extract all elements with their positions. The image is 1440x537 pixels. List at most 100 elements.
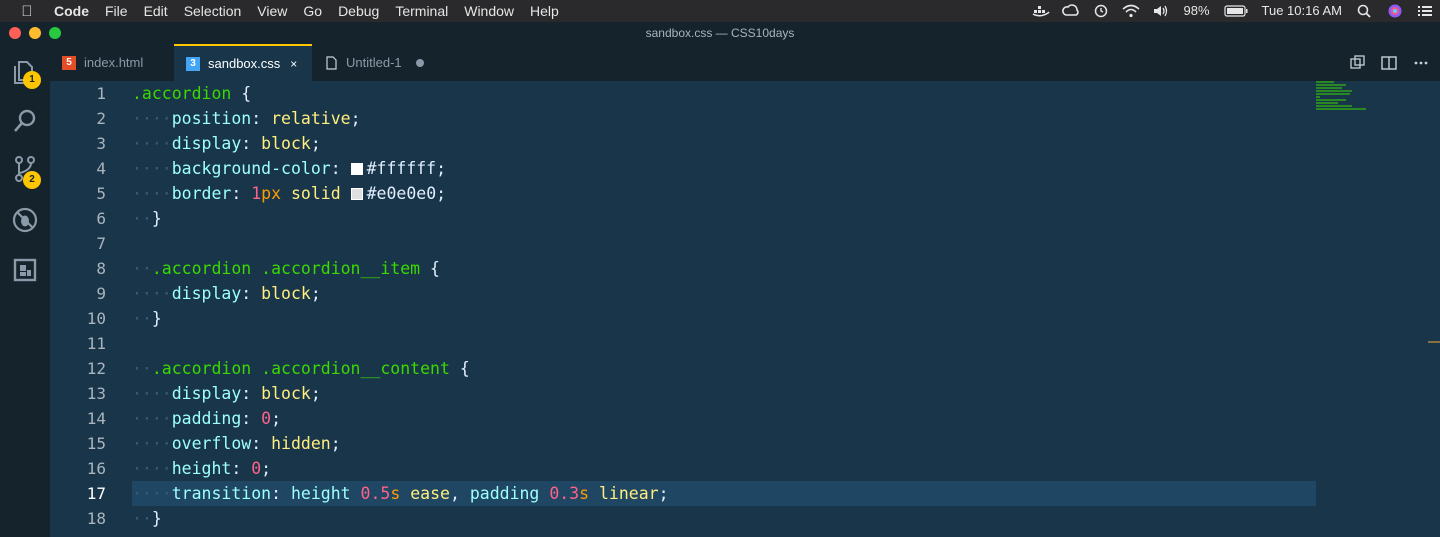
brace: { (459, 359, 470, 378)
code-line[interactable]: ··.accordion .accordion__item { (132, 256, 1316, 281)
tab-untitled-1[interactable]: Untitled-1 (312, 44, 436, 81)
css-property: transition (171, 484, 272, 503)
more-actions-icon[interactable] (1412, 54, 1430, 72)
css-color-value: #e0e0e0 (366, 184, 437, 203)
css-selector: .accordion__item (261, 259, 421, 278)
css-value: block (261, 134, 311, 153)
line-number: 4 (96, 159, 106, 178)
time-machine-icon[interactable] (1092, 4, 1110, 18)
scrollbar-marker[interactable] (1428, 341, 1440, 343)
open-changes-icon[interactable] (1348, 54, 1366, 72)
css-color-value: #ffffff (366, 159, 437, 178)
window-title: sandbox.css — CSS10days (645, 26, 795, 40)
volume-icon[interactable] (1152, 4, 1170, 18)
code-line[interactable]: ····position: relative; (132, 106, 1316, 131)
notification-center-icon[interactable] (1416, 4, 1434, 18)
minimize-window-button[interactable] (29, 27, 41, 39)
code-line[interactable] (132, 231, 1316, 256)
menu-app-name[interactable]: Code (54, 0, 97, 22)
battery-icon[interactable] (1223, 4, 1248, 18)
line-number: 12 (86, 359, 106, 378)
code-line[interactable]: ····border: 1px solid #e0e0e0; (132, 181, 1316, 206)
css-selector: .accordion (132, 84, 232, 103)
css-property: background-color (171, 159, 331, 178)
code-line[interactable]: ····overflow: hidden; (132, 431, 1316, 456)
zoom-window-button[interactable] (49, 27, 61, 39)
css-property: display (171, 384, 242, 403)
css-value: block (261, 384, 311, 403)
css-value: solid (290, 184, 341, 203)
code-line[interactable]: ····height: 0; (132, 456, 1316, 481)
debug-icon[interactable] (10, 205, 40, 235)
css-selector: .accordion__content (261, 359, 450, 378)
line-number: 2 (96, 109, 106, 128)
wifi-icon[interactable] (1121, 4, 1140, 18)
menu-terminal[interactable]: Terminal (387, 0, 456, 22)
css-number: 1 (251, 184, 262, 203)
line-number: 3 (96, 134, 106, 153)
minimap-line (1316, 108, 1366, 110)
menu-edit[interactable]: Edit (136, 0, 176, 22)
code-line[interactable]: ··} (132, 206, 1316, 231)
close-window-button[interactable] (9, 27, 21, 39)
clock[interactable]: Tue 10:16 AM (1254, 0, 1350, 22)
code-line[interactable]: ··} (132, 506, 1316, 531)
css-value: linear (599, 484, 659, 503)
minimap[interactable] (1316, 81, 1396, 121)
menu-go[interactable]: Go (295, 0, 330, 22)
css-value: padding (469, 484, 540, 503)
menu-debug[interactable]: Debug (330, 0, 387, 22)
code-line[interactable]: ··} (132, 306, 1316, 331)
code-line[interactable]: ····display: block; (132, 131, 1316, 156)
brace: } (151, 209, 162, 228)
menu-file[interactable]: File (97, 0, 136, 22)
minimap-line (1316, 102, 1338, 104)
code-line[interactable]: ····padding: 0; (132, 406, 1316, 431)
docker-icon[interactable] (1032, 4, 1050, 18)
css-number: 0.3 (549, 484, 580, 503)
tab-sandbox-css[interactable]: 3 sandbox.css × (174, 44, 312, 81)
code-line[interactable]: ····background-color: #ffffff; (132, 156, 1316, 181)
tab-index-html[interactable]: 5 index.html (50, 44, 174, 81)
siri-icon[interactable] (1386, 4, 1404, 18)
menu-view[interactable]: View (249, 0, 295, 22)
unsaved-dot-icon[interactable] (415, 58, 424, 67)
editor-tab-bar: 5 index.html 3 sandbox.css × Untitled-1 (50, 44, 1440, 81)
code-line[interactable]: ····display: block; (132, 381, 1316, 406)
creative-cloud-icon[interactable] (1061, 4, 1080, 18)
code-line-current[interactable]: ····transition: height 0.5s ease, paddin… (132, 481, 1316, 506)
css-value: relative (271, 109, 351, 128)
split-editor-icon[interactable] (1380, 54, 1398, 72)
code-line[interactable]: ····display: block; (132, 281, 1316, 306)
tab-label: index.html (84, 55, 144, 70)
minimap-line (1316, 90, 1352, 92)
minimap-line (1316, 87, 1342, 89)
line-number: 18 (86, 509, 106, 528)
code-editor[interactable]: 1 2 3 4 5 6 7 8 9 10 11 12 13 14 15 16 1… (50, 81, 1440, 537)
menu-window[interactable]: Window (456, 0, 522, 22)
css-value: height (290, 484, 351, 503)
apple-icon[interactable]:  (0, 3, 54, 20)
menu-selection[interactable]: Selection (176, 0, 250, 22)
color-swatch[interactable] (350, 188, 363, 200)
color-swatch[interactable] (350, 163, 363, 175)
close-tab-icon[interactable]: × (290, 57, 297, 71)
menu-help[interactable]: Help (522, 0, 567, 22)
search-icon[interactable] (10, 106, 40, 136)
code-lines[interactable]: .accordion { ····position: relative; ···… (132, 81, 1316, 531)
css-selector: .accordion (151, 259, 252, 278)
code-line[interactable]: .accordion { (132, 81, 1316, 106)
css-unit: s (579, 484, 590, 503)
minimap-line (1316, 93, 1350, 95)
line-number: 15 (86, 434, 106, 453)
line-number: 9 (96, 284, 106, 303)
extensions-icon[interactable] (10, 255, 40, 285)
css-property: display (171, 284, 242, 303)
code-line[interactable] (132, 331, 1316, 356)
tab-label: sandbox.css (208, 56, 281, 71)
line-number: 13 (86, 384, 106, 403)
editor-actions (1334, 54, 1430, 72)
code-line[interactable]: ··.accordion .accordion__content { (132, 356, 1316, 381)
minimap-line (1316, 84, 1346, 86)
spotlight-search-icon[interactable] (1356, 4, 1374, 18)
